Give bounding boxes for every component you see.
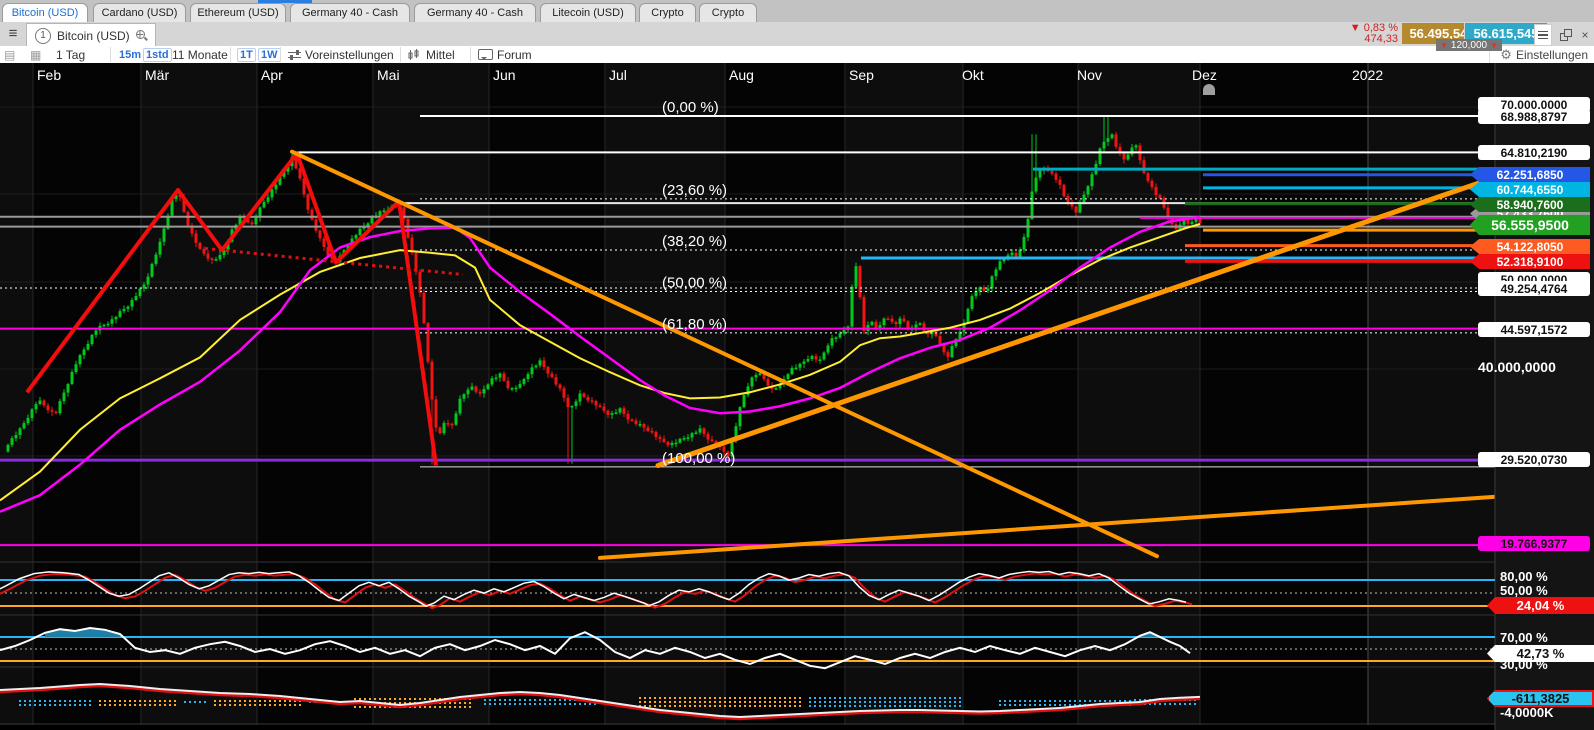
- market-tab-bitcoin-usd-[interactable]: Bitcoin (USD): [2, 3, 88, 22]
- price-chart[interactable]: Feb Mär Apr Mai Jun Jul Aug Sep Okt Nov Dez 2022 (0,…: [0, 63, 1594, 730]
- month-band: [489, 63, 605, 725]
- forum-button[interactable]: Forum: [478, 46, 532, 63]
- speech-bubble-icon: [478, 49, 493, 60]
- market-tab-germany-40-cash[interactable]: Germany 40 - Cash: [290, 3, 410, 22]
- market-tab-germany-40-cash[interactable]: Germany 40 - Cash: [414, 3, 536, 22]
- month-band: [963, 63, 1078, 725]
- svg-text:Jun: Jun: [493, 67, 516, 83]
- indicators-button[interactable]: Mittel: [408, 46, 455, 63]
- svg-text:Jul: Jul: [609, 67, 627, 83]
- svg-text:(0,00 %): (0,00 %): [662, 99, 719, 116]
- month-band: [1200, 63, 1368, 725]
- svg-text:(38,20 %): (38,20 %): [662, 233, 727, 250]
- presets-button[interactable]: Voreinstellungen: [288, 46, 394, 63]
- document-tab-title: Bitcoin (USD): [57, 29, 130, 43]
- close-icon[interactable]: ×: [1578, 28, 1592, 42]
- down-triangle-icon: ▼: [1440, 41, 1448, 50]
- sliders-icon: [288, 50, 301, 60]
- market-tab-cardano-usd-[interactable]: Cardano (USD): [93, 3, 186, 22]
- menu-icon[interactable]: ≡: [4, 25, 22, 43]
- settings-button[interactable]: ⚙ Einstellungen: [1489, 46, 1588, 63]
- period-button[interactable]: 11 Monate: [172, 46, 228, 63]
- svg-text:Dez: Dez: [1192, 67, 1217, 83]
- timeframe-1std-button[interactable]: 1std: [143, 46, 172, 63]
- svg-text:Okt: Okt: [962, 67, 984, 83]
- layers-icon[interactable]: [1534, 24, 1552, 46]
- interval-button[interactable]: 1 Tag: [56, 46, 85, 63]
- svg-text:(61,80 %): (61,80 %): [662, 316, 727, 333]
- change-absolute: 474,33: [1350, 34, 1398, 45]
- svg-text:2022: 2022: [1352, 67, 1383, 83]
- restore-window-icon[interactable]: [1558, 28, 1572, 42]
- indicator-icon: [408, 49, 422, 61]
- layout-grid-icon[interactable]: ▦: [30, 46, 41, 63]
- timeframe-1t-button[interactable]: 1T: [237, 46, 256, 63]
- chart-toolbar: ▤ ▦ 1 Tag 15m 1std 11 Monate 1T 1W Vorei…: [0, 46, 1594, 64]
- svg-text:(23,60 %): (23,60 %): [662, 182, 727, 199]
- timeframe-15m-button[interactable]: 15m: [119, 46, 141, 63]
- new-tab-button[interactable]: +: [132, 26, 148, 42]
- tab-number-icon: 1: [35, 28, 51, 44]
- svg-text:(50,00 %): (50,00 %): [662, 274, 727, 291]
- quote-change: ▼ 0,83 % 474,33: [1350, 23, 1398, 45]
- month-band: [33, 63, 141, 725]
- market-tab-strip: Bitcoin (USD) Cardano (USD)Ethereum (USD)…: [0, 0, 1594, 23]
- svg-text:(100,00 %): (100,00 %): [662, 450, 735, 467]
- svg-text:Mär: Mär: [145, 67, 169, 83]
- svg-text:Apr: Apr: [261, 67, 283, 83]
- market-tab-ethereum-usd-[interactable]: Ethereum (USD): [190, 3, 286, 22]
- month-band: [1368, 63, 1495, 725]
- document-toolbar: ≡ 1 Bitcoin (USD) + ▼ 0,83 % 474,33 56.4…: [0, 22, 1594, 47]
- spread-value: 120,000: [1451, 40, 1487, 51]
- svg-text:Nov: Nov: [1077, 67, 1102, 83]
- svg-text:Feb: Feb: [37, 67, 61, 83]
- chart-canvas[interactable]: Feb Mär Apr Mai Jun Jul Aug Sep Okt Nov Dez 2022 (0,…: [0, 63, 1594, 730]
- trading-platform-window: { "window": { "tabs": [ {"label":"Bitcoi…: [0, 0, 1594, 730]
- spread-badge: ▼ 120,000 ▼: [1436, 39, 1502, 51]
- month-band: [141, 63, 257, 725]
- down-triangle-icon: ▼: [1490, 41, 1498, 50]
- market-tab-crypto[interactable]: Crypto: [699, 3, 757, 22]
- svg-text:Aug: Aug: [729, 67, 754, 83]
- market-tab-litecoin-usd-[interactable]: Litecoin (USD): [540, 3, 636, 22]
- watchlist-icon[interactable]: ▤: [4, 46, 15, 63]
- market-tab-crypto[interactable]: Crypto: [639, 3, 696, 22]
- svg-text:Sep: Sep: [849, 67, 874, 83]
- gear-icon: ⚙: [1500, 47, 1512, 63]
- timeframe-1w-button[interactable]: 1W: [258, 46, 281, 63]
- svg-text:Mai: Mai: [377, 67, 400, 83]
